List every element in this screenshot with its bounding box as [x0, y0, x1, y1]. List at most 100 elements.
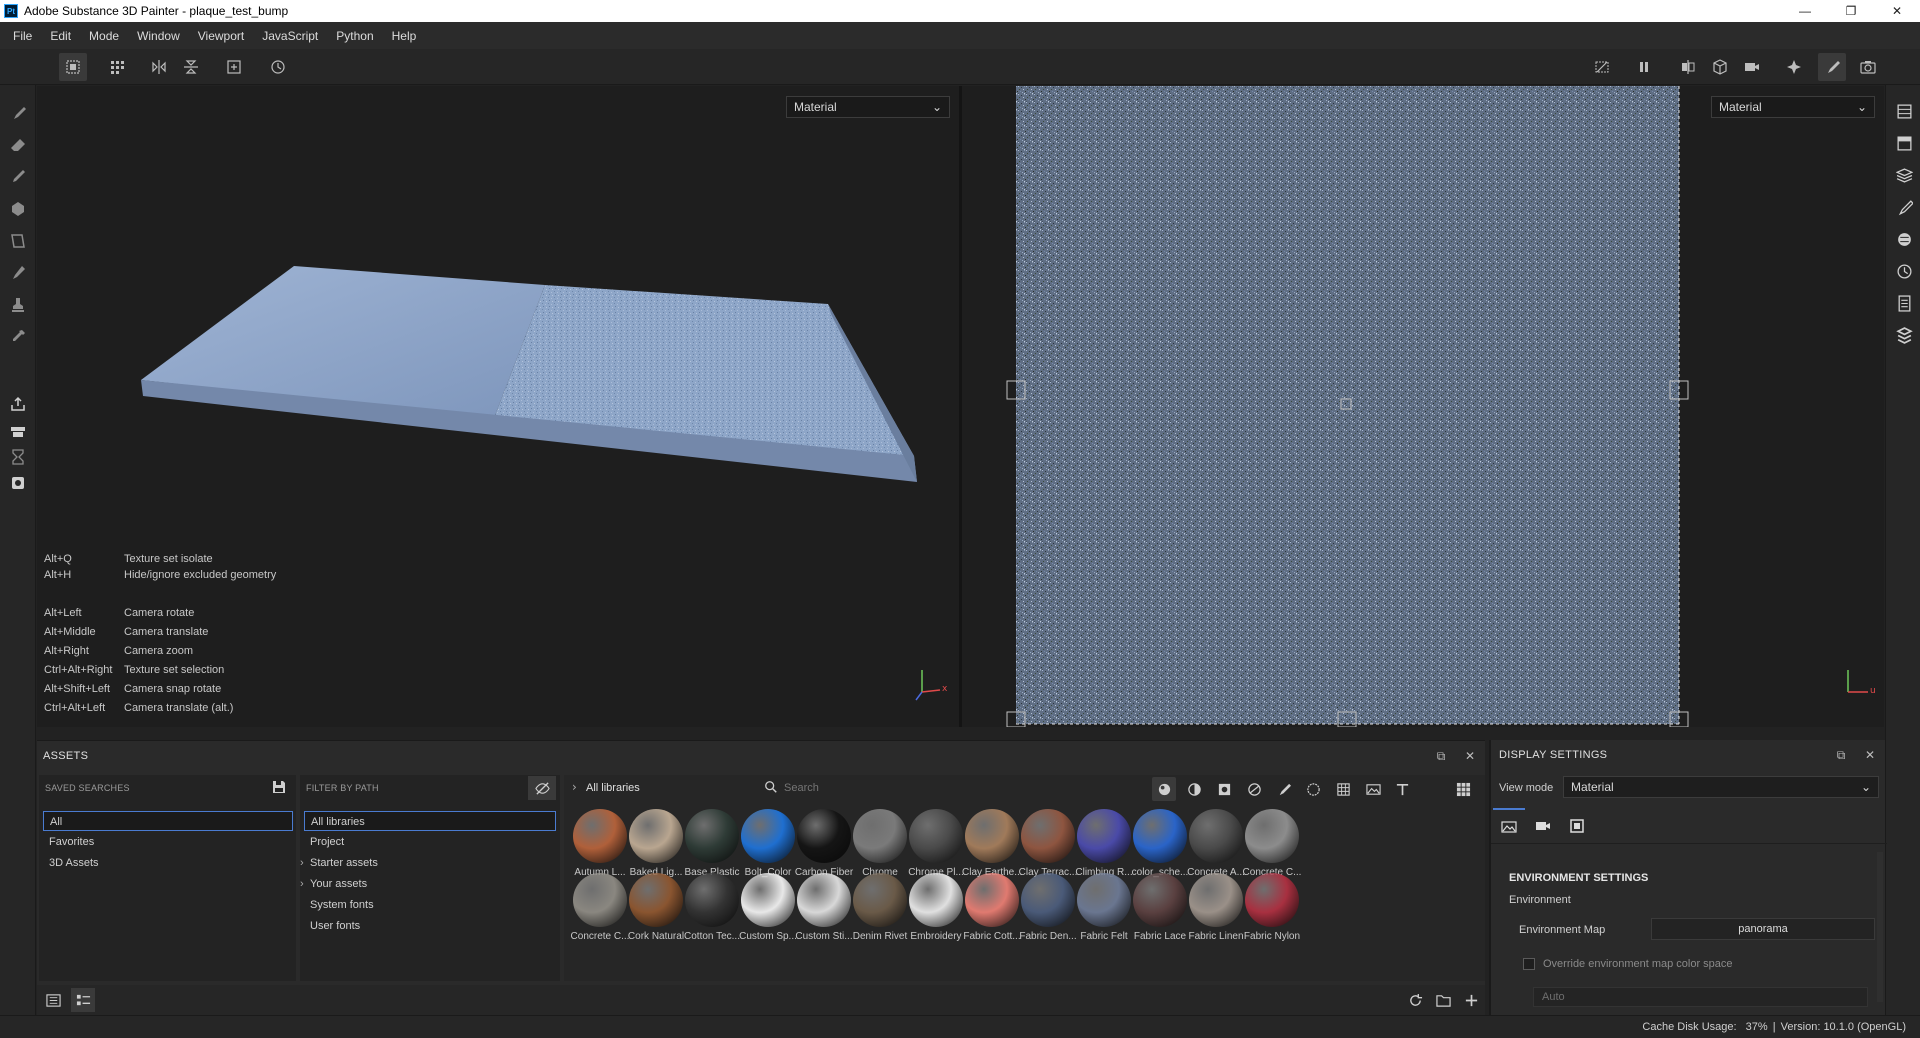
- path-starter-assets[interactable]: › Starter assets: [300, 853, 378, 873]
- grid-size-button[interactable]: [1451, 777, 1475, 801]
- menu-window[interactable]: Window: [128, 29, 189, 43]
- saved-search-favorites[interactable]: Favorites: [43, 832, 94, 852]
- tab-camera[interactable]: [1527, 808, 1559, 844]
- projection-tool-button[interactable]: [4, 163, 32, 191]
- bake-button[interactable]: [4, 417, 32, 445]
- saved-search-all[interactable]: All: [43, 811, 293, 831]
- camera-button[interactable]: [1738, 53, 1766, 81]
- asset-tile[interactable]: Concrete C...: [570, 871, 630, 949]
- path-user-fonts[interactable]: User fonts: [304, 916, 360, 936]
- refresh-button[interactable]: [1403, 988, 1427, 1012]
- selection-mode-button[interactable]: [59, 53, 87, 81]
- chevron-right-icon[interactable]: ›: [572, 780, 577, 794]
- filter-brushes-button[interactable]: [1271, 777, 1295, 801]
- log-panel-button[interactable]: [1890, 289, 1918, 317]
- viewport-3d-view-mode-select[interactable]: Material ⌄: [786, 96, 950, 118]
- viewport-2d-view-mode-select[interactable]: Material ⌄: [1711, 96, 1875, 118]
- toggle-path-filter-button[interactable]: [528, 776, 556, 800]
- asset-tile[interactable]: Custom Sti...: [794, 871, 854, 949]
- tab-viewport[interactable]: [1561, 808, 1593, 844]
- grid-view-button[interactable]: [103, 53, 131, 81]
- hide-overlay-button[interactable]: [1588, 53, 1616, 81]
- history-button[interactable]: [264, 53, 292, 81]
- paint-tool-button[interactable]: [4, 99, 32, 127]
- geometry-fill-button[interactable]: [4, 195, 32, 223]
- clone-tool-button[interactable]: [4, 291, 32, 319]
- asset-tile[interactable]: Cork Natural: [626, 871, 686, 949]
- menu-help[interactable]: Help: [383, 29, 426, 43]
- asset-tile[interactable]: Fabric Nylon: [1242, 871, 1302, 949]
- filter-materials-button[interactable]: [1152, 777, 1176, 801]
- asset-tile[interactable]: Cotton Tec...: [682, 871, 742, 949]
- asset-tile[interactable]: Fabric Cott...: [962, 871, 1022, 949]
- filter-environments-button[interactable]: [1361, 777, 1385, 801]
- frame-button[interactable]: [220, 53, 248, 81]
- open-folder-button[interactable]: [1431, 988, 1455, 1012]
- saved-search-3d-assets[interactable]: 3D Assets: [43, 853, 99, 873]
- smudge-tool-button[interactable]: [4, 259, 32, 287]
- viewport-2d[interactable]: Material ⌄ u: [962, 86, 1884, 727]
- close-window-button[interactable]: ✕: [1874, 0, 1920, 22]
- uv-texture-view[interactable]: [962, 86, 1884, 727]
- chevron-right-icon[interactable]: ›: [300, 874, 304, 894]
- add-asset-button[interactable]: [1459, 988, 1483, 1012]
- undock-icon[interactable]: ⧉: [1832, 746, 1850, 764]
- asset-tile[interactable]: Fabric Lace: [1130, 871, 1190, 949]
- asset-tile[interactable]: Fabric Felt: [1074, 871, 1134, 949]
- asset-search-input[interactable]: [784, 778, 1014, 798]
- eraser-tool-button[interactable]: [4, 131, 32, 159]
- tab-environment[interactable]: [1493, 808, 1525, 844]
- texture-set-button[interactable]: [1890, 129, 1918, 157]
- filter-generators-button[interactable]: [1242, 777, 1266, 801]
- view-list-button[interactable]: [41, 988, 65, 1012]
- undock-icon[interactable]: ⧉: [1432, 747, 1450, 765]
- override-colorspace-checkbox[interactable]: [1523, 958, 1535, 970]
- path-your-assets[interactable]: › Your assets: [300, 874, 367, 894]
- layers-panel-button[interactable]: [1890, 97, 1918, 125]
- asset-tile[interactable]: Custom Sp...: [738, 871, 798, 949]
- properties-button[interactable]: [1890, 193, 1918, 221]
- filter-textures-button[interactable]: [1331, 777, 1355, 801]
- minimize-button[interactable]: —: [1782, 0, 1828, 22]
- environment-map-picker[interactable]: panorama: [1651, 918, 1875, 940]
- asset-tile[interactable]: Embroidery: [906, 871, 966, 949]
- save-search-button[interactable]: [271, 779, 289, 797]
- maximize-button[interactable]: ❐: [1828, 0, 1874, 22]
- symmetry-y-button[interactable]: [177, 53, 205, 81]
- menu-file[interactable]: File: [4, 29, 41, 43]
- path-system-fonts[interactable]: System fonts: [304, 895, 374, 915]
- menu-edit[interactable]: Edit: [41, 29, 80, 43]
- history-panel-button[interactable]: [1890, 257, 1918, 285]
- breadcrumb[interactable]: All libraries: [586, 782, 640, 794]
- menu-javascript[interactable]: JavaScript: [253, 29, 327, 43]
- filter-fonts-button[interactable]: [1390, 777, 1414, 801]
- asset-tile[interactable]: Denim Rivet: [850, 871, 910, 949]
- path-all-libraries[interactable]: All libraries: [304, 811, 556, 831]
- plugin-button[interactable]: [4, 469, 32, 497]
- close-icon[interactable]: ✕: [1861, 746, 1879, 764]
- color-picker-button[interactable]: [4, 323, 32, 351]
- display-settings-button[interactable]: [1890, 225, 1918, 253]
- screenshot-button[interactable]: [1854, 53, 1882, 81]
- polygon-fill-button[interactable]: [4, 227, 32, 255]
- hourglass-button[interactable]: [4, 443, 32, 471]
- path-project[interactable]: Project: [304, 832, 344, 852]
- menu-mode[interactable]: Mode: [80, 29, 128, 43]
- pause-button[interactable]: [1630, 53, 1658, 81]
- colorspace-select[interactable]: Auto: [1533, 987, 1868, 1007]
- shelf-button[interactable]: [1890, 321, 1918, 349]
- menu-viewport[interactable]: Viewport: [189, 29, 253, 43]
- symmetry-x-button[interactable]: [145, 53, 173, 81]
- menu-python[interactable]: Python: [327, 29, 382, 43]
- display-settings-scrollbar[interactable]: [1877, 852, 1883, 1002]
- view-mode-select[interactable]: Material ⌄: [1563, 776, 1879, 798]
- close-icon[interactable]: ✕: [1461, 747, 1479, 765]
- post-effects-button[interactable]: [1780, 53, 1808, 81]
- asset-tile[interactable]: Fabric Linen: [1186, 871, 1246, 949]
- filter-smart-materials-button[interactable]: [1182, 777, 1206, 801]
- filter-masks-button[interactable]: [1212, 777, 1236, 801]
- display-mode-button[interactable]: [1706, 53, 1734, 81]
- split-view-button[interactable]: [1674, 53, 1702, 81]
- paint-mode-button[interactable]: [1818, 53, 1846, 81]
- view-details-button[interactable]: [71, 988, 95, 1012]
